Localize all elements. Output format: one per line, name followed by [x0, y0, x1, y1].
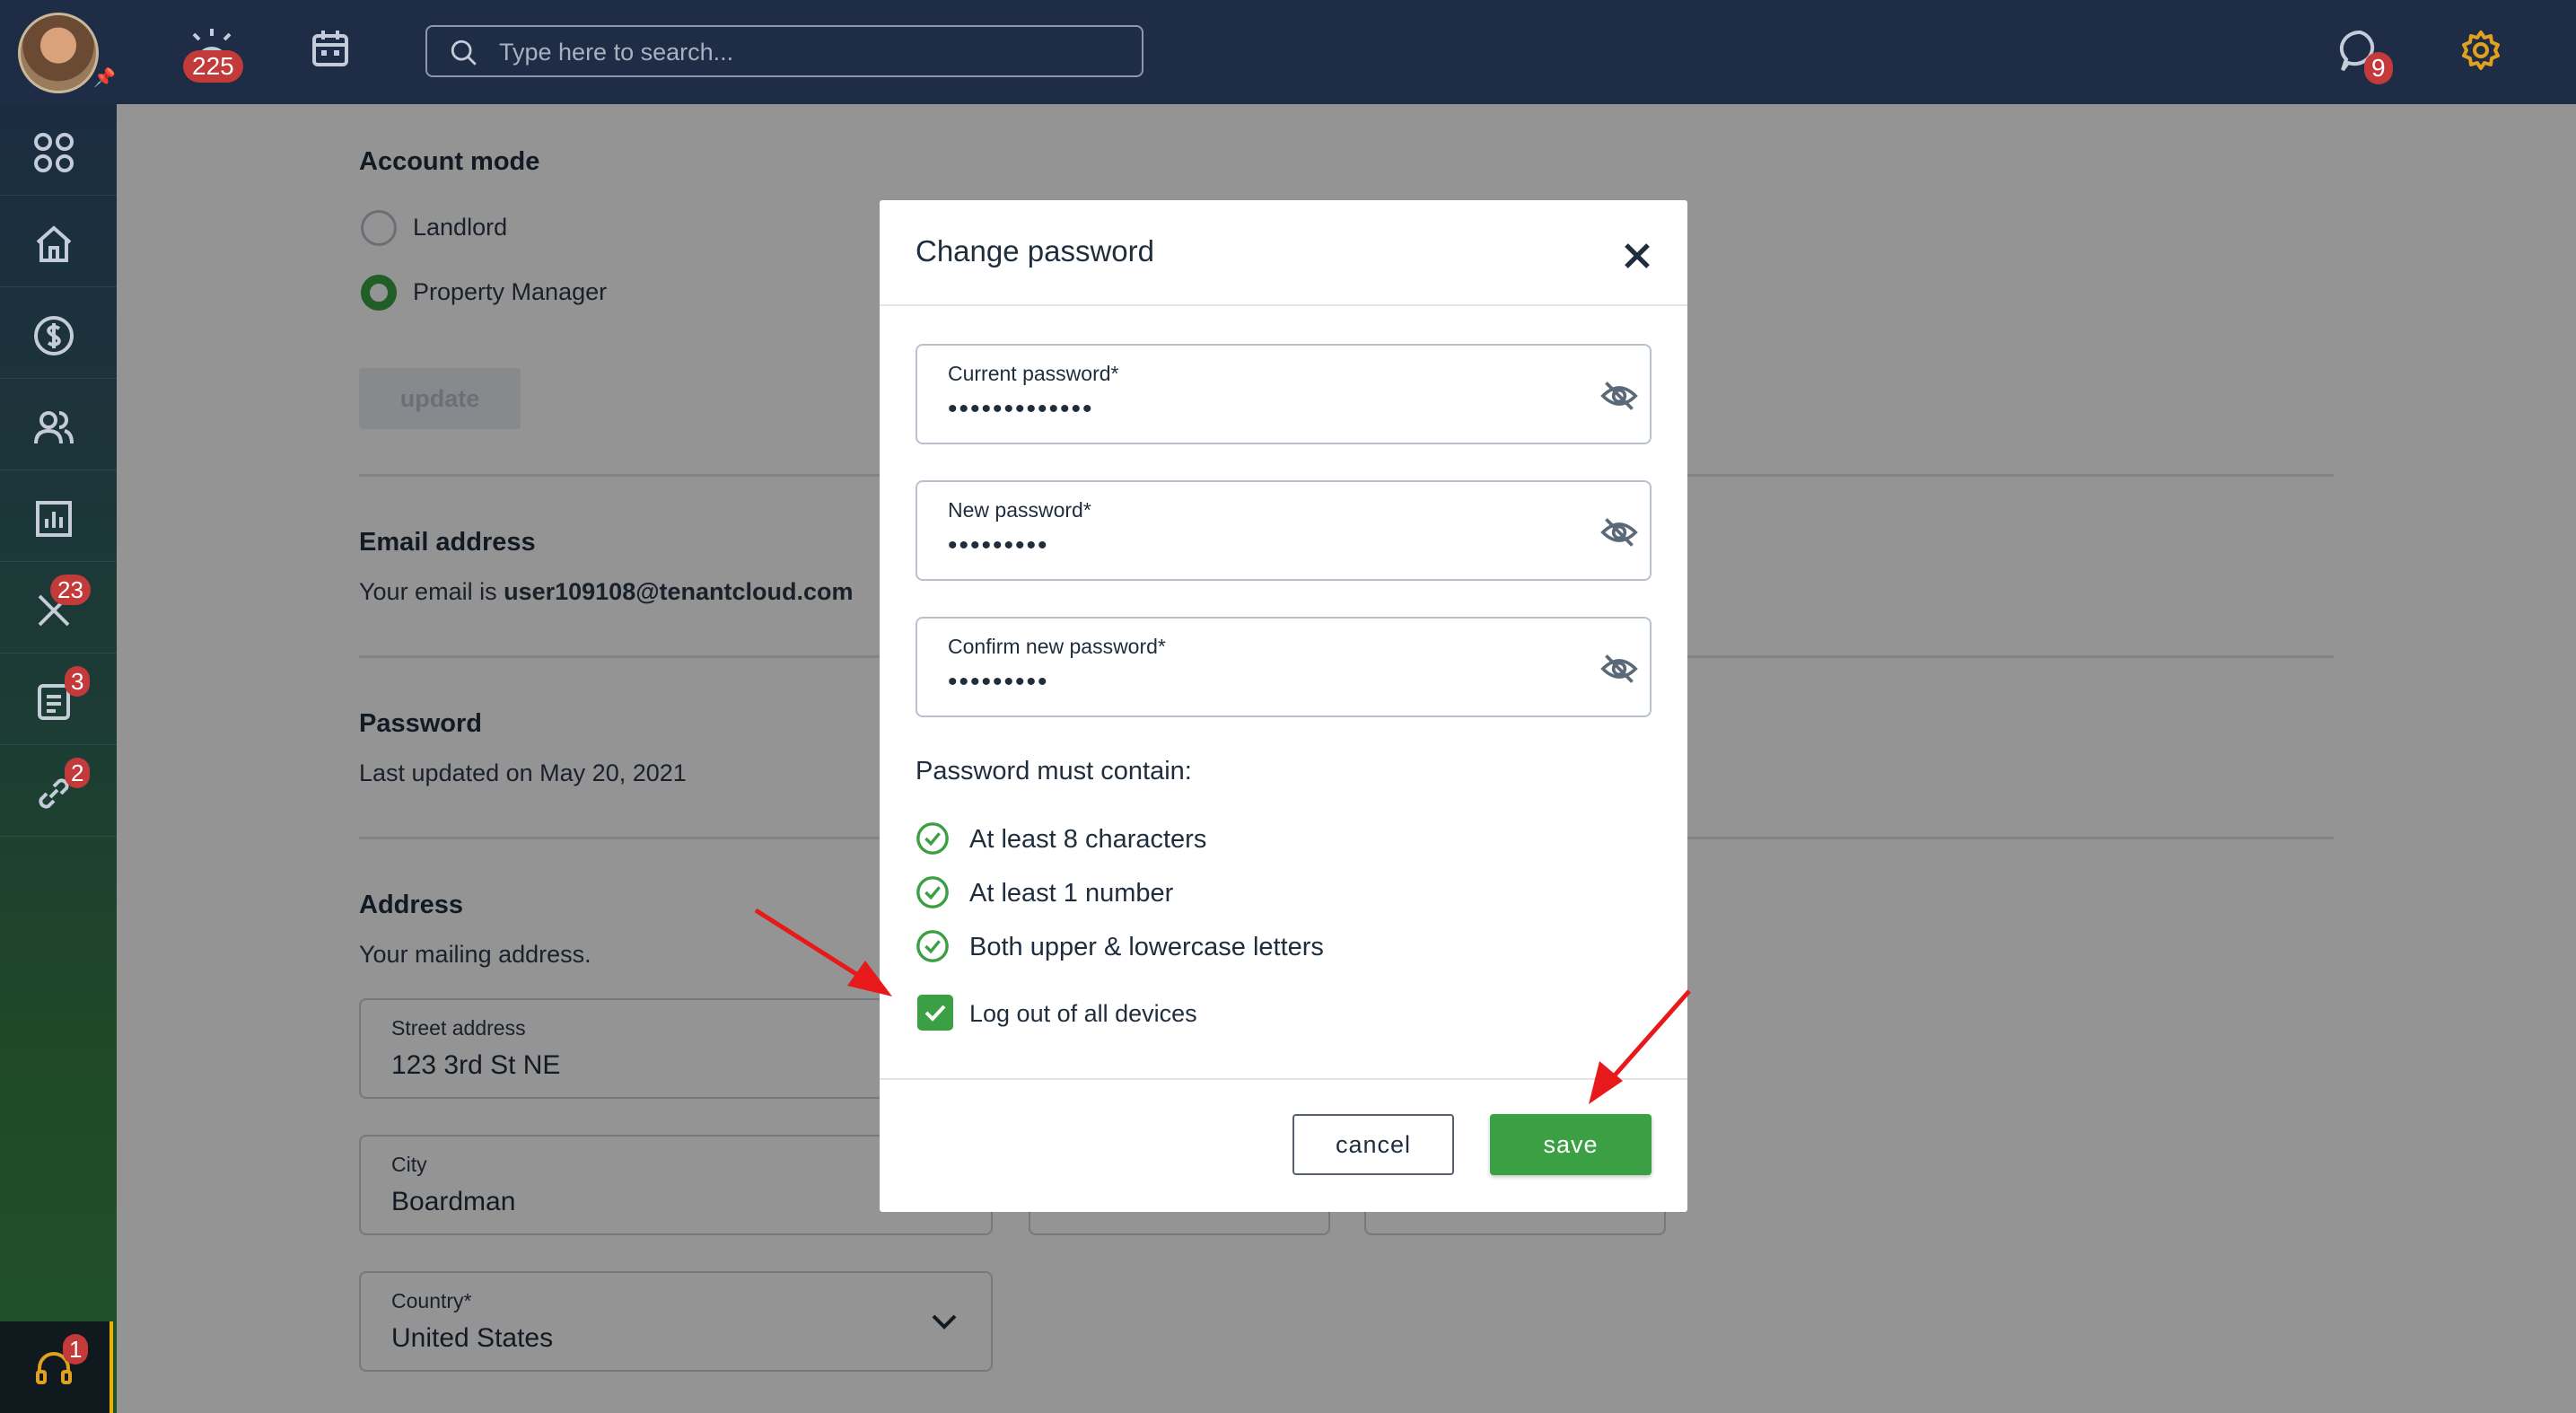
user-avatar[interactable] — [18, 13, 99, 93]
toggle-visibility-button[interactable] — [1599, 514, 1639, 550]
eye-off-icon — [1600, 518, 1638, 547]
requirement-text: At least 8 characters — [969, 825, 1207, 854]
messages-badge: 9 — [2364, 52, 2393, 84]
sidebar-item-reports[interactable] — [0, 470, 117, 562]
confirm-password-value: ••••••••• — [948, 667, 1049, 697]
new-password-field[interactable]: New password* ••••••••• — [916, 480, 1652, 581]
check-circle-icon — [916, 822, 949, 855]
sidebar: 23 3 2 — [0, 104, 117, 1413]
calendar-icon — [312, 31, 348, 66]
save-button[interactable]: save — [1490, 1114, 1652, 1175]
eye-off-icon — [1600, 382, 1638, 410]
cancel-button[interactable]: cancel — [1292, 1114, 1454, 1175]
sidebar-item-documents[interactable]: 3 — [0, 654, 117, 745]
new-password-value: ••••••••• — [948, 531, 1049, 560]
settings-button[interactable] — [2459, 29, 2502, 76]
new-password-label: New password* — [948, 498, 1091, 522]
top-bar: 📌 225 9 — [0, 0, 2576, 104]
dollar-icon — [34, 316, 74, 355]
users-icon — [34, 411, 74, 444]
sidebar-item-accounting[interactable] — [0, 287, 117, 379]
calendar-button[interactable] — [309, 27, 352, 75]
current-password-label: Current password* — [948, 362, 1119, 385]
close-icon — [1625, 243, 1650, 268]
alerts-badge: 225 — [183, 50, 243, 83]
logout-all-devices-label: Log out of all devices — [969, 1000, 1197, 1027]
logout-all-devices-checkbox[interactable] — [917, 995, 953, 1031]
current-password-field[interactable]: Current password* ••••••••••••• — [916, 344, 1652, 444]
sidebar-item-people[interactable] — [0, 379, 117, 470]
confirm-password-field[interactable]: Confirm new password* ••••••••• — [916, 617, 1652, 717]
requirement-text: At least 1 number — [969, 879, 1174, 908]
pin-icon: 📌 — [93, 68, 116, 88]
bar-chart-icon — [36, 501, 72, 537]
toggle-visibility-button[interactable] — [1599, 378, 1639, 414]
check-circle-icon — [916, 876, 949, 908]
modal-title: Change password — [916, 234, 1154, 268]
search-input[interactable] — [499, 36, 1118, 68]
requirements-title: Password must contain: — [916, 757, 1192, 785]
current-password-value: ••••••••••••• — [948, 394, 1094, 424]
modal-header: Change password — [880, 200, 1687, 306]
home-icon — [36, 225, 72, 262]
logout-all-devices-row[interactable]: Log out of all devices — [917, 995, 1276, 1034]
help-button[interactable]: 1 — [0, 1321, 113, 1413]
search-bar[interactable] — [425, 25, 1143, 77]
links-badge: 2 — [65, 758, 91, 788]
help-badge: 1 — [63, 1334, 89, 1365]
checkmark-icon — [924, 1005, 946, 1022]
eye-off-icon — [1600, 654, 1638, 683]
maintenance-badge: 23 — [50, 575, 91, 605]
requirement-text: Both upper & lowercase letters — [969, 933, 1324, 961]
toggle-visibility-button[interactable] — [1599, 651, 1639, 687]
sidebar-item-maintenance[interactable]: 23 — [0, 562, 117, 654]
search-icon — [451, 39, 477, 66]
check-circle-icon — [916, 930, 949, 962]
change-password-modal: Change password Current password* ••••••… — [880, 200, 1687, 1212]
close-button[interactable] — [1617, 236, 1657, 276]
sidebar-item-links[interactable]: 2 — [0, 745, 117, 837]
documents-badge: 3 — [65, 666, 91, 697]
modal-footer-divider — [880, 1078, 1687, 1080]
sidebar-item-properties[interactable] — [0, 196, 117, 287]
sidebar-item-dashboard[interactable] — [0, 104, 117, 196]
gear-icon — [2462, 31, 2500, 70]
grid-icon — [34, 133, 74, 172]
confirm-password-label: Confirm new password* — [948, 635, 1166, 658]
